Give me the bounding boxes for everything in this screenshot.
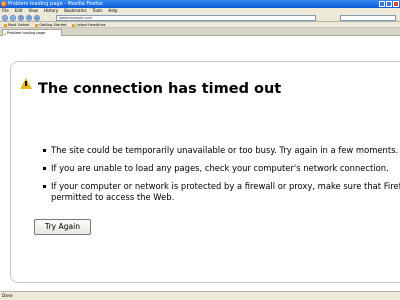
bookmark-label: Most Visited (8, 23, 30, 27)
bullet-icon (43, 185, 46, 188)
list-item: The site could be temporarily unavailabl… (43, 145, 400, 156)
list-item: If you are unable to load any pages, che… (43, 163, 400, 174)
bullet-icon (43, 149, 46, 152)
url-input[interactable]: www.example.com (56, 15, 316, 21)
tab-label: Problem loading page (7, 31, 46, 35)
suggestion-text: If your computer or network is protected… (51, 181, 400, 191)
maximize-button[interactable] (386, 1, 392, 7)
window-title: Problem loading page - Mozilla Firefox (8, 1, 103, 7)
rss-icon (72, 23, 76, 27)
tab-bar: Problem loading page (0, 28, 400, 36)
home-button[interactable]: ⌂ (34, 15, 40, 21)
window-controls (379, 1, 399, 7)
error-title: The connection has timed out (38, 81, 282, 97)
status-bar: Done (0, 291, 400, 300)
bookmark-most-visited[interactable]: Most Visited (4, 22, 29, 27)
warning-icon (20, 78, 32, 89)
window-titlebar: Problem loading page - Mozilla Firefox (0, 0, 400, 8)
page-content: The connection has timed out The site co… (0, 36, 400, 291)
navigation-toolbar: ‹ › ↻ × ⌂ www.example.com (0, 14, 400, 22)
list-item: If your computer or network is protected… (43, 181, 400, 203)
error-suggestions-list: The site could be temporarily unavailabl… (43, 145, 400, 210)
stop-button[interactable]: × (26, 15, 32, 21)
bookmark-label: Latest Headlines (76, 23, 106, 27)
reload-button[interactable]: ↻ (18, 15, 24, 21)
search-input[interactable] (340, 15, 396, 21)
bullet-icon (43, 167, 46, 170)
back-button[interactable]: ‹ (2, 15, 8, 21)
status-text: Done (2, 293, 13, 298)
suggestion-text: If you are unable to load any pages, che… (51, 163, 389, 173)
firefox-icon (1, 1, 7, 7)
tab-problem-loading[interactable]: Problem loading page (2, 29, 62, 36)
try-again-button[interactable]: Try Again (34, 219, 91, 235)
close-button[interactable] (393, 1, 399, 7)
error-header: The connection has timed out (11, 62, 400, 107)
minimize-button[interactable] (379, 1, 385, 7)
suggestion-text: The site could be temporarily unavailabl… (51, 145, 399, 155)
forward-button[interactable]: › (10, 15, 16, 21)
bookmark-getting-started[interactable]: Getting Started (35, 22, 66, 27)
bookmark-latest-headlines[interactable]: Latest Headlines (72, 22, 106, 27)
warning-icon (4, 32, 6, 35)
suggestion-text-continued: permitted to access the Web. (51, 192, 175, 202)
bookmark-label: Getting Started (39, 23, 67, 27)
bookmark-icon (4, 23, 7, 27)
bookmark-icon (35, 23, 39, 27)
